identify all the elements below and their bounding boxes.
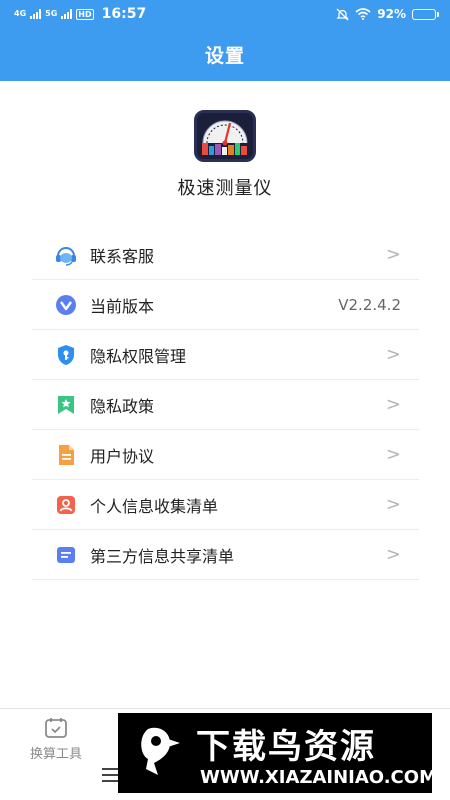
person-card-icon [54,493,78,517]
clock: 16:57 [101,6,147,22]
chevron-right-icon: > [385,244,401,265]
tab-conversion-tools[interactable]: 换算工具 [16,716,96,766]
signal-4g-label: 4G [14,9,27,18]
menu-item-personal-info-list[interactable]: 个人信息收集清单 > [32,480,419,530]
menu-item-contact-support[interactable]: 联系客服 > [32,230,419,280]
version-value: V2.2.4.2 [338,295,401,314]
battery-icon [412,8,439,20]
shield-key-icon [54,343,78,367]
page-title: 设置 [204,45,245,67]
version-v-icon [54,293,78,317]
document-icon [54,443,78,467]
wifi-icon [355,8,371,20]
menu-item-privacy-policy[interactable]: 隐私政策 > [32,380,419,430]
headset-icon [54,243,78,267]
menu-item-label: 个人信息收集清单 [90,496,219,516]
chevron-right-icon: > [385,344,401,365]
app-logo [194,110,256,162]
calendar-check-icon [45,718,67,738]
bookmark-star-icon [54,393,78,417]
menu-item-label: 联系客服 [90,246,155,266]
signal-5g-label: 5G [45,9,58,18]
menu-item-label: 用户协议 [90,446,155,466]
settings-menu: 联系客服 > 当前版本 V2.2.4.2 隐私权限管理 > 隐私政策 > 用户协… [32,230,419,580]
watermark-title: 下载鸟资源 [196,727,376,767]
menu-item-label: 当前版本 [90,296,155,316]
tab-label: 换算工具 [29,747,82,762]
menu-item-current-version[interactable]: 当前版本 V2.2.4.2 [32,280,419,330]
watermark-banner: 下载鸟资源 WWW.XIAZAINIAO.COM [118,713,437,793]
hd-badge: HD [76,8,94,20]
chevron-right-icon: > [385,494,401,515]
share-list-icon [54,543,78,567]
menu-item-third-party-sharing-list[interactable]: 第三方信息共享清单 > [32,530,419,580]
bottom-nav-divider [0,708,450,709]
mute-icon [336,8,349,20]
title-bar: 设置 [0,28,450,81]
network-indicators: 4G 5G HD 16:57 [14,6,146,22]
menu-item-label: 隐私权限管理 [90,346,187,366]
signal-bars-icon [30,9,42,19]
chevron-right-icon: > [385,394,401,415]
signal-bars-icon-2 [61,9,73,19]
chevron-right-icon: > [385,444,401,465]
bird-logo-icon [141,727,180,775]
battery-percent: 92% [377,7,406,21]
status-bar: 4G 5G HD 16:57 92% [0,0,450,28]
menu-item-user-agreement[interactable]: 用户协议 > [32,430,419,480]
menu-item-privacy-permissions[interactable]: 隐私权限管理 > [32,330,419,380]
menu-item-label: 第三方信息共享清单 [90,546,235,566]
watermark-url: WWW.XIAZAINIAO.COM [200,767,437,788]
app-name: 极速测量仪 [177,178,273,199]
system-indicators: 92% [336,7,439,21]
chevron-right-icon: > [385,544,401,565]
menu-item-label: 隐私政策 [90,396,155,416]
